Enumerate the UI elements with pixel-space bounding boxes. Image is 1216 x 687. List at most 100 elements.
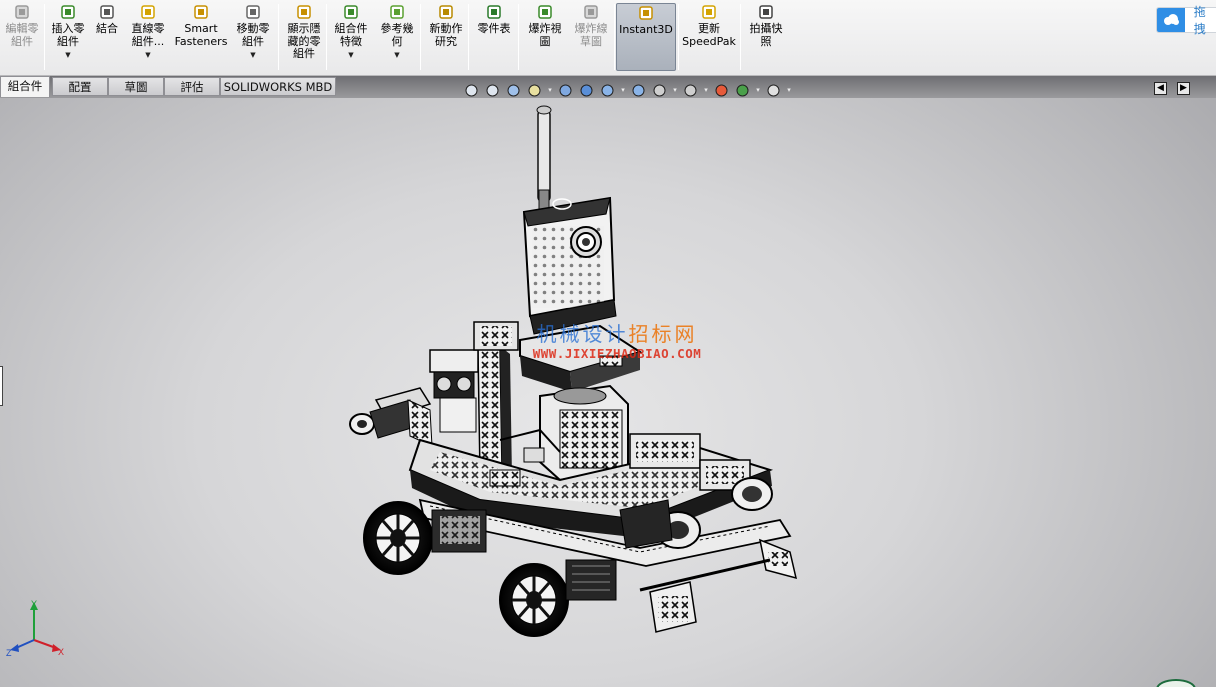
robot-assembly-model[interactable] bbox=[0, 98, 1216, 687]
show-hidden-icon bbox=[295, 3, 313, 21]
instant3d-button[interactable]: Instant3D bbox=[616, 3, 676, 71]
tab-evaluate[interactable]: 評估 bbox=[164, 77, 220, 96]
ribbon-separator bbox=[740, 4, 741, 70]
chevron-down-icon[interactable]: ▾ bbox=[785, 86, 793, 94]
chevron-down-icon[interactable]: ▾ bbox=[546, 86, 554, 94]
chevron-down-icon[interactable]: ▾ bbox=[702, 86, 710, 94]
display-style-icon[interactable] bbox=[577, 81, 596, 99]
reference-geometry-icon bbox=[388, 3, 406, 21]
watermark-orange-text: 招标网 bbox=[628, 322, 698, 346]
triad-x-label: X bbox=[58, 647, 64, 657]
triad-y-label: Y bbox=[31, 600, 37, 609]
ribbon-separator bbox=[44, 4, 45, 70]
update-speedpak-label: 更新 SpeedPak bbox=[682, 22, 736, 48]
ribbon-separator bbox=[518, 4, 519, 70]
bill-of-materials-icon bbox=[485, 3, 503, 21]
chevron-down-icon[interactable]: ▾ bbox=[754, 86, 762, 94]
heads-up-view-toolbar: ▾ ▾ ▾ ▾ ▾ ▾ bbox=[462, 80, 793, 100]
new-motion-study-button[interactable]: 新動作 研究 bbox=[424, 3, 468, 71]
instant3d-icon bbox=[637, 4, 655, 22]
tab-assembly[interactable]: 組合件 bbox=[0, 76, 50, 97]
move-component-button[interactable]: 移動零 組件 ▼ bbox=[232, 3, 274, 71]
cloud-icon bbox=[1157, 8, 1185, 32]
chevron-down-icon[interactable]: ▾ bbox=[619, 86, 627, 94]
snapshot-label: 拍攝快 照 bbox=[749, 22, 783, 48]
triad-z-label: Z bbox=[6, 648, 12, 658]
chevron-down-icon[interactable]: ▾ bbox=[671, 86, 679, 94]
tab-solidworks-mbd[interactable]: SOLIDWORKS MBD bbox=[220, 77, 336, 96]
monitor-icon[interactable] bbox=[764, 81, 783, 99]
move-component-icon bbox=[244, 3, 262, 21]
tab-configuration[interactable]: 配置 bbox=[52, 77, 108, 96]
apply-scene-icon[interactable] bbox=[650, 81, 669, 99]
expand-panel-icon[interactable]: ▶ bbox=[1177, 82, 1190, 95]
chevron-down-icon[interactable]: ▼ bbox=[394, 49, 399, 62]
ribbon-separator bbox=[420, 4, 421, 70]
panel-controls: ◀ ▶ bbox=[1154, 82, 1190, 95]
cloud-panel[interactable]: 拖拽 bbox=[1156, 5, 1216, 36]
linear-pattern-icon bbox=[139, 3, 157, 21]
wheel-front-left bbox=[499, 563, 569, 637]
collapse-panel-icon[interactable]: ◀ bbox=[1154, 82, 1167, 95]
bom-button[interactable]: 零件表 bbox=[472, 3, 516, 71]
bom-label: 零件表 bbox=[477, 22, 511, 35]
ribbon-separator bbox=[468, 4, 469, 70]
view-orientation-icon[interactable] bbox=[556, 81, 575, 99]
graphics-area[interactable] bbox=[0, 98, 1216, 687]
insert-components-label: 插入零 組件 bbox=[51, 22, 85, 48]
wheel-rear-left bbox=[363, 501, 433, 575]
smart-fasteners-button[interactable]: Smart Fasteners bbox=[174, 3, 228, 71]
chevron-down-icon[interactable]: ▼ bbox=[348, 49, 353, 62]
edit-component-icon bbox=[13, 3, 31, 21]
show-hidden-label: 顯示隱 藏的零 組件 bbox=[287, 22, 321, 60]
exploded-view-icon bbox=[536, 3, 554, 21]
feature-manager-flyout[interactable] bbox=[0, 366, 3, 406]
hide-show-items-icon[interactable] bbox=[598, 81, 617, 99]
assembly-features-icon bbox=[342, 3, 360, 21]
reference-geometry-button[interactable]: 參考幾 何 ▼ bbox=[376, 3, 418, 71]
ribbon-separator bbox=[678, 4, 679, 70]
tab-sketch[interactable]: 草圖 bbox=[108, 77, 164, 96]
ribbon-separator bbox=[326, 4, 327, 70]
motion-study-icon bbox=[437, 3, 455, 21]
assembly-features-button[interactable]: 組合件 特徵 ▼ bbox=[330, 3, 372, 71]
update-speedpak-button[interactable]: 更新 SpeedPak bbox=[680, 3, 738, 71]
view-settings-icon[interactable] bbox=[681, 81, 700, 99]
instant3d-label: Instant3D bbox=[619, 23, 673, 36]
zoom-to-area-icon[interactable] bbox=[483, 81, 502, 99]
exploded-view-button[interactable]: 爆炸視 圖 bbox=[522, 3, 568, 71]
linear-pattern-button[interactable]: 直線零 組件... ▼ bbox=[126, 3, 170, 71]
edit-component-button[interactable]: 編輯零 組件 bbox=[2, 3, 42, 71]
new-motion-study-label: 新動作 研究 bbox=[429, 22, 463, 48]
smart-fasteners-icon bbox=[192, 3, 210, 21]
insert-components-button[interactable]: 插入零 組件 ▼ bbox=[48, 3, 88, 71]
edit-appearance-icon[interactable] bbox=[629, 81, 648, 99]
explode-line-sketch-icon bbox=[582, 3, 600, 21]
reference-geometry-label: 參考幾 何 bbox=[380, 22, 414, 48]
explode-line-label: 爆炸線 草圖 bbox=[574, 22, 608, 48]
watermark-blue-text: 机械设计 bbox=[536, 322, 629, 346]
watermark-url: WWW.JIXIEZHAOBIAO.COM bbox=[532, 346, 702, 361]
speedpak-icon bbox=[700, 3, 718, 21]
mate-button[interactable]: 結合 bbox=[92, 3, 122, 71]
exploded-view-label: 爆炸視 圖 bbox=[528, 22, 562, 48]
ribbon-separator bbox=[614, 4, 615, 70]
zoom-to-fit-icon[interactable] bbox=[462, 81, 481, 99]
show-hidden-button[interactable]: 顯示隱 藏的零 組件 bbox=[282, 3, 326, 71]
linear-pattern-label: 直線零 組件... bbox=[131, 22, 165, 48]
scene-icon[interactable] bbox=[733, 81, 752, 99]
mate-label: 結合 bbox=[96, 22, 118, 35]
explode-line-button[interactable]: 爆炸線 草圖 bbox=[568, 3, 614, 71]
mate-paperclip-icon bbox=[98, 3, 116, 21]
reference-triad: Y X Z bbox=[6, 599, 66, 660]
appearance-sphere-icon[interactable] bbox=[712, 81, 731, 99]
previous-view-icon[interactable] bbox=[504, 81, 523, 99]
move-component-label: 移動零 組件 bbox=[236, 22, 270, 48]
chevron-down-icon[interactable]: ▼ bbox=[250, 49, 255, 62]
section-view-icon[interactable] bbox=[525, 81, 544, 99]
chevron-down-icon[interactable]: ▼ bbox=[145, 49, 150, 62]
snapshot-button[interactable]: 拍攝快 照 bbox=[744, 3, 788, 71]
chevron-down-icon[interactable]: ▼ bbox=[65, 49, 70, 62]
smart-fasteners-label: Smart Fasteners bbox=[174, 22, 228, 48]
snapshot-icon bbox=[757, 3, 775, 21]
